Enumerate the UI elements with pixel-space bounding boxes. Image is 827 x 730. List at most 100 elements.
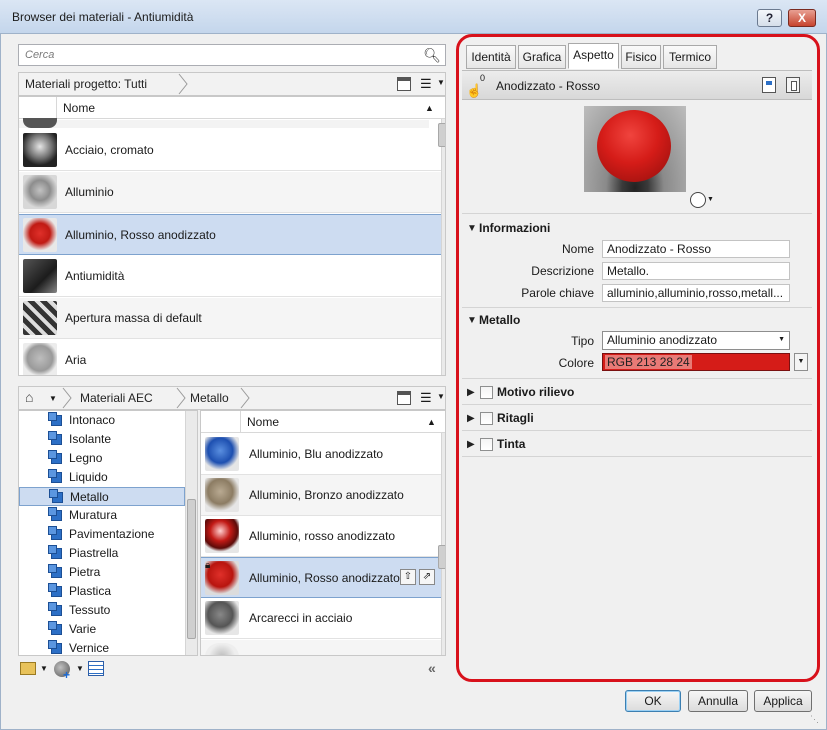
replace-asset-icon[interactable] — [762, 77, 776, 93]
expand-toggle-icon[interactable]: ▼ — [467, 315, 477, 326]
material-thumbnail — [205, 643, 239, 655]
description-field[interactable]: Metallo. — [602, 262, 790, 280]
search-icon[interactable]: 🔍︎ — [423, 47, 441, 64]
list-item[interactable]: Alluminio — [19, 172, 441, 213]
category-item-selected[interactable]: Metallo — [19, 487, 185, 506]
material-thumbnail — [205, 437, 239, 471]
relief-checkbox[interactable] — [480, 386, 493, 399]
section-cutouts[interactable]: Ritagli — [497, 411, 534, 425]
category-item[interactable]: Legno — [48, 449, 191, 468]
chevron-down-icon[interactable]: ▼ — [437, 78, 445, 87]
color-swatch[interactable]: RGB 213 28 24 — [602, 353, 790, 371]
category-label: Metallo — [70, 490, 109, 504]
asset-count: 0 — [480, 73, 486, 83]
project-filter-dropdown[interactable]: Materiali progetto: Tutti — [25, 73, 147, 95]
scrollbar-thumb[interactable] — [438, 123, 445, 147]
list-item-selected[interactable]: Alluminio, Rosso anodizzato — [19, 214, 441, 255]
category-label: Pavimentazione — [69, 527, 155, 541]
tab-identity[interactable]: Identità — [466, 45, 516, 69]
scrollbar-thumb[interactable] — [438, 545, 445, 569]
ok-button[interactable]: OK — [625, 690, 681, 712]
list-item[interactable]: Antiumidità — [19, 256, 441, 297]
panel-view-icon[interactable] — [397, 77, 411, 91]
chevron-right-icon — [61, 387, 72, 409]
expand-toggle-icon[interactable]: ▼ — [467, 223, 477, 234]
edit-icon[interactable]: ⇗ — [419, 569, 435, 585]
list-item[interactable]: Acciaio, cromato — [19, 130, 441, 171]
chevron-down-icon[interactable]: ▼ — [437, 392, 445, 401]
column-name-header[interactable]: Nome — [247, 411, 279, 433]
category-item[interactable]: Liquido — [48, 468, 191, 487]
breadcrumb-metal[interactable]: Metallo — [190, 387, 229, 409]
breadcrumb-aec[interactable]: Materiali AEC — [80, 387, 153, 409]
category-item[interactable]: Pavimentazione — [48, 525, 191, 544]
panel-view-icon[interactable] — [397, 391, 411, 405]
color-options-icon[interactable]: ▼ — [794, 353, 808, 371]
add-to-document-icon[interactable]: ⇧ — [400, 569, 416, 585]
top-list-scrollbar[interactable] — [438, 119, 445, 375]
search-box[interactable]: Cerca 🔍︎ — [18, 44, 446, 66]
category-item[interactable]: Tessuto — [48, 601, 191, 620]
resize-grip-icon[interactable]: ⋱ — [810, 714, 819, 725]
list-item[interactable]: Apertura massa di default — [19, 298, 441, 339]
name-label: Nome — [561, 242, 594, 256]
category-item[interactable]: Plastica — [48, 582, 191, 601]
list-view-icon[interactable]: ☰ — [420, 76, 432, 92]
library-list-scrollbar[interactable] — [438, 433, 445, 655]
home-icon[interactable]: ⌂ — [25, 389, 33, 405]
material-name: Antiumidità — [65, 269, 125, 283]
tab-physical[interactable]: Fisico — [621, 45, 661, 69]
scrollbar-thumb[interactable] — [187, 499, 196, 639]
section-information[interactable]: Informazioni — [479, 221, 550, 235]
list-item[interactable]: Alluminio, rosso anodizzato — [201, 516, 441, 557]
category-item[interactable]: Intonaco — [48, 411, 191, 430]
cancel-button[interactable]: Annulla — [688, 690, 748, 712]
list-item[interactable]: Alluminio, Blu anodizzato — [201, 434, 441, 475]
chevron-right-icon — [177, 73, 188, 95]
column-name-header[interactable]: Nome — [63, 97, 95, 119]
list-item[interactable]: Aria — [19, 340, 441, 375]
sort-asc-icon[interactable]: ▲ — [425, 97, 434, 119]
category-item[interactable]: Varie — [48, 620, 191, 639]
material-preview — [584, 106, 686, 192]
tint-checkbox[interactable] — [480, 438, 493, 451]
category-item[interactable]: Isolante — [48, 430, 191, 449]
chevron-down-icon[interactable]: ▼ — [40, 664, 48, 673]
category-item[interactable]: Vernice — [48, 639, 191, 655]
chevron-down-icon[interactable]: ▼ — [707, 196, 714, 203]
list-item[interactable]: Alluminio, Bronzo anodizzato — [201, 475, 441, 516]
type-dropdown[interactable]: Alluminio anodizzato ▼ — [602, 331, 790, 350]
duplicate-asset-icon[interactable] — [786, 77, 800, 93]
close-button[interactable]: X — [788, 9, 816, 27]
chevron-down-icon[interactable]: ▼ — [76, 664, 84, 673]
expand-toggle-icon[interactable]: ▶ — [467, 413, 475, 424]
section-tint[interactable]: Tinta — [497, 437, 525, 451]
list-view-icon[interactable]: ☰ — [420, 390, 432, 406]
category-scrollbar[interactable] — [185, 411, 197, 655]
category-item[interactable]: Muratura — [48, 506, 191, 525]
name-field[interactable]: Anodizzato - Rosso — [602, 240, 790, 258]
tab-graphics[interactable]: Grafica — [518, 45, 566, 69]
list-item-selected[interactable]: 🔒︎ Alluminio, Rosso anodizzato ⇧ ⇗ — [201, 557, 441, 598]
cutouts-checkbox[interactable] — [480, 412, 493, 425]
category-item[interactable]: Piastrella — [48, 544, 191, 563]
list-header: Nome ▲ — [19, 97, 445, 119]
category-item[interactable]: Pietra — [48, 563, 191, 582]
tab-appearance[interactable]: Aspetto — [568, 43, 619, 69]
help-button[interactable]: ? — [757, 9, 782, 27]
chevron-down-icon[interactable]: ▼ — [49, 394, 57, 403]
material-name: Alluminio, rosso anodizzato — [249, 529, 396, 543]
tab-thermal[interactable]: Termico — [663, 45, 717, 69]
keywords-field[interactable]: alluminio,alluminio,rosso,metall... — [602, 284, 790, 302]
library-folder-icon[interactable] — [20, 662, 36, 675]
list-item[interactable]: Arcarecci in acciaio — [201, 598, 441, 639]
expand-toggle-icon[interactable]: ▶ — [467, 439, 475, 450]
sort-asc-icon[interactable]: ▲ — [427, 411, 436, 433]
section-relief-pattern[interactable]: Motivo rilievo — [497, 385, 574, 399]
preview-shape-icon[interactable] — [690, 192, 706, 208]
collapse-left-icon[interactable]: « — [428, 660, 436, 676]
material-editor-icon[interactable] — [88, 661, 104, 676]
section-metal[interactable]: Metallo — [479, 313, 520, 327]
expand-toggle-icon[interactable]: ▶ — [467, 387, 475, 398]
apply-button[interactable]: Applica — [754, 690, 812, 712]
